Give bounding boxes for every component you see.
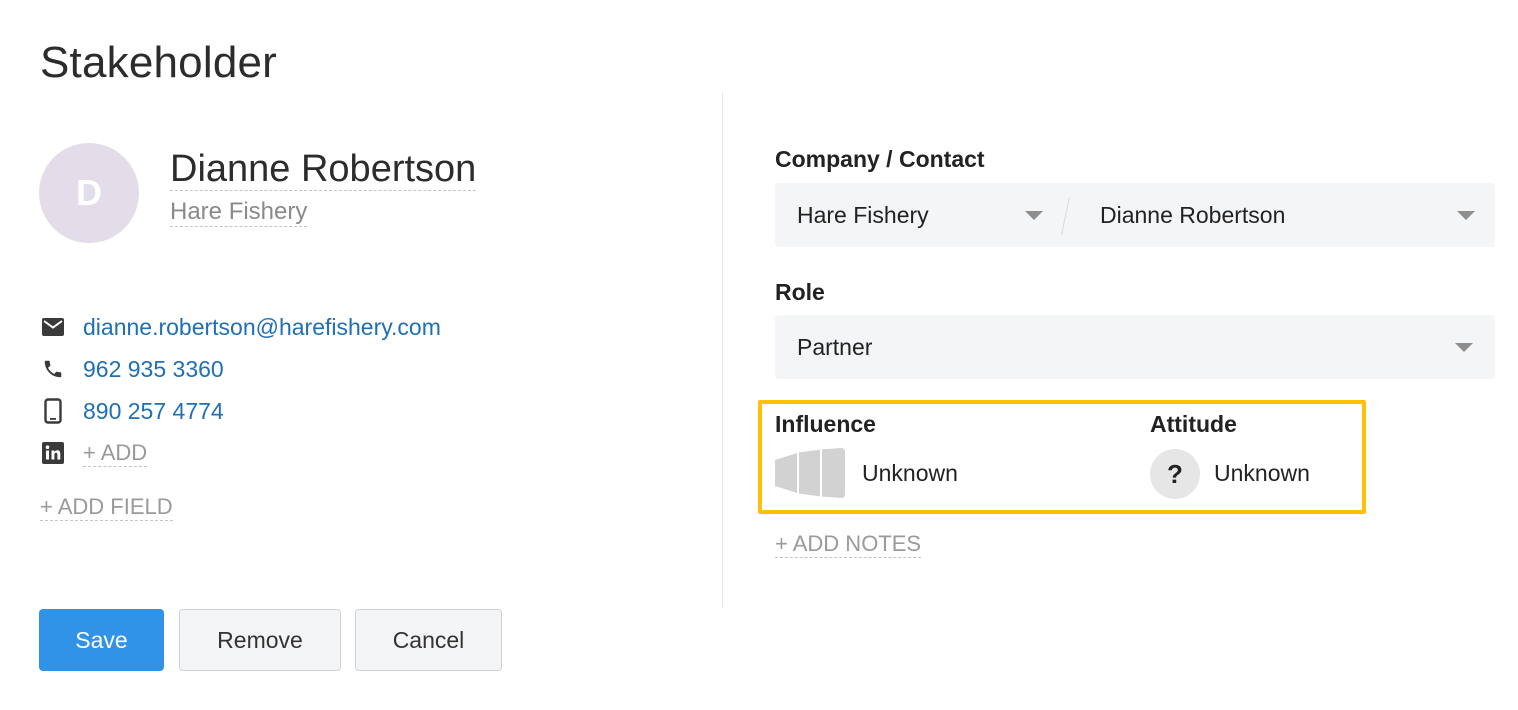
- linkedin-row: + ADD: [40, 438, 148, 468]
- avatar-initial: D: [76, 172, 102, 213]
- attitude-value: Unknown: [1214, 460, 1310, 486]
- cancel-button[interactable]: Cancel: [355, 609, 502, 671]
- mobile-link[interactable]: 890 257 4774: [83, 398, 224, 425]
- save-button[interactable]: Save: [39, 609, 164, 671]
- phone-row: 962 935 3360: [40, 354, 224, 384]
- mobile-row: 890 257 4774: [40, 396, 224, 426]
- select-separator: [1060, 197, 1071, 235]
- influence-bars-icon[interactable]: [775, 448, 847, 503]
- add-field-link[interactable]: + ADD FIELD: [40, 493, 173, 521]
- chevron-down-icon[interactable]: [1025, 211, 1043, 220]
- person-company[interactable]: Hare Fishery: [170, 198, 308, 227]
- chevron-down-icon[interactable]: [1457, 211, 1475, 220]
- avatar: D: [39, 143, 139, 243]
- phone-link[interactable]: 962 935 3360: [83, 356, 224, 383]
- influence-value: Unknown: [862, 460, 958, 486]
- panel-divider: [722, 92, 723, 608]
- add-linkedin-link[interactable]: + ADD: [83, 440, 148, 467]
- influence-label: Influence: [775, 411, 876, 437]
- mobile-icon: [40, 398, 66, 424]
- role-select[interactable]: Partner: [775, 315, 1495, 379]
- question-icon[interactable]: ?: [1150, 449, 1200, 499]
- company-select[interactable]: Hare Fishery: [797, 183, 1047, 247]
- attitude-symbol: ?: [1167, 458, 1183, 489]
- email-link[interactable]: dianne.robertson@harefishery.com: [83, 314, 441, 341]
- role-select-value: Partner: [797, 333, 873, 360]
- email-row: dianne.robertson@harefishery.com: [40, 312, 441, 342]
- attitude-label: Attitude: [1150, 411, 1237, 437]
- chevron-down-icon[interactable]: [1455, 343, 1473, 352]
- person-name[interactable]: Dianne Robertson: [170, 148, 477, 191]
- contact-select[interactable]: Dianne Robertson: [1100, 183, 1460, 247]
- role-label: Role: [775, 279, 825, 305]
- company-contact-select: Hare Fishery Dianne Robertson: [775, 183, 1495, 247]
- phone-icon: [40, 356, 66, 382]
- page-title: Stakeholder: [40, 38, 278, 87]
- remove-button[interactable]: Remove: [179, 609, 341, 671]
- add-notes-link[interactable]: + ADD NOTES: [775, 530, 922, 558]
- company-select-value: Hare Fishery: [797, 201, 929, 228]
- email-icon: [40, 314, 66, 340]
- company-contact-label: Company / Contact: [775, 146, 985, 172]
- linkedin-icon: [40, 440, 66, 466]
- role-select-field[interactable]: Partner: [797, 315, 1397, 379]
- contact-select-value: Dianne Robertson: [1100, 201, 1286, 228]
